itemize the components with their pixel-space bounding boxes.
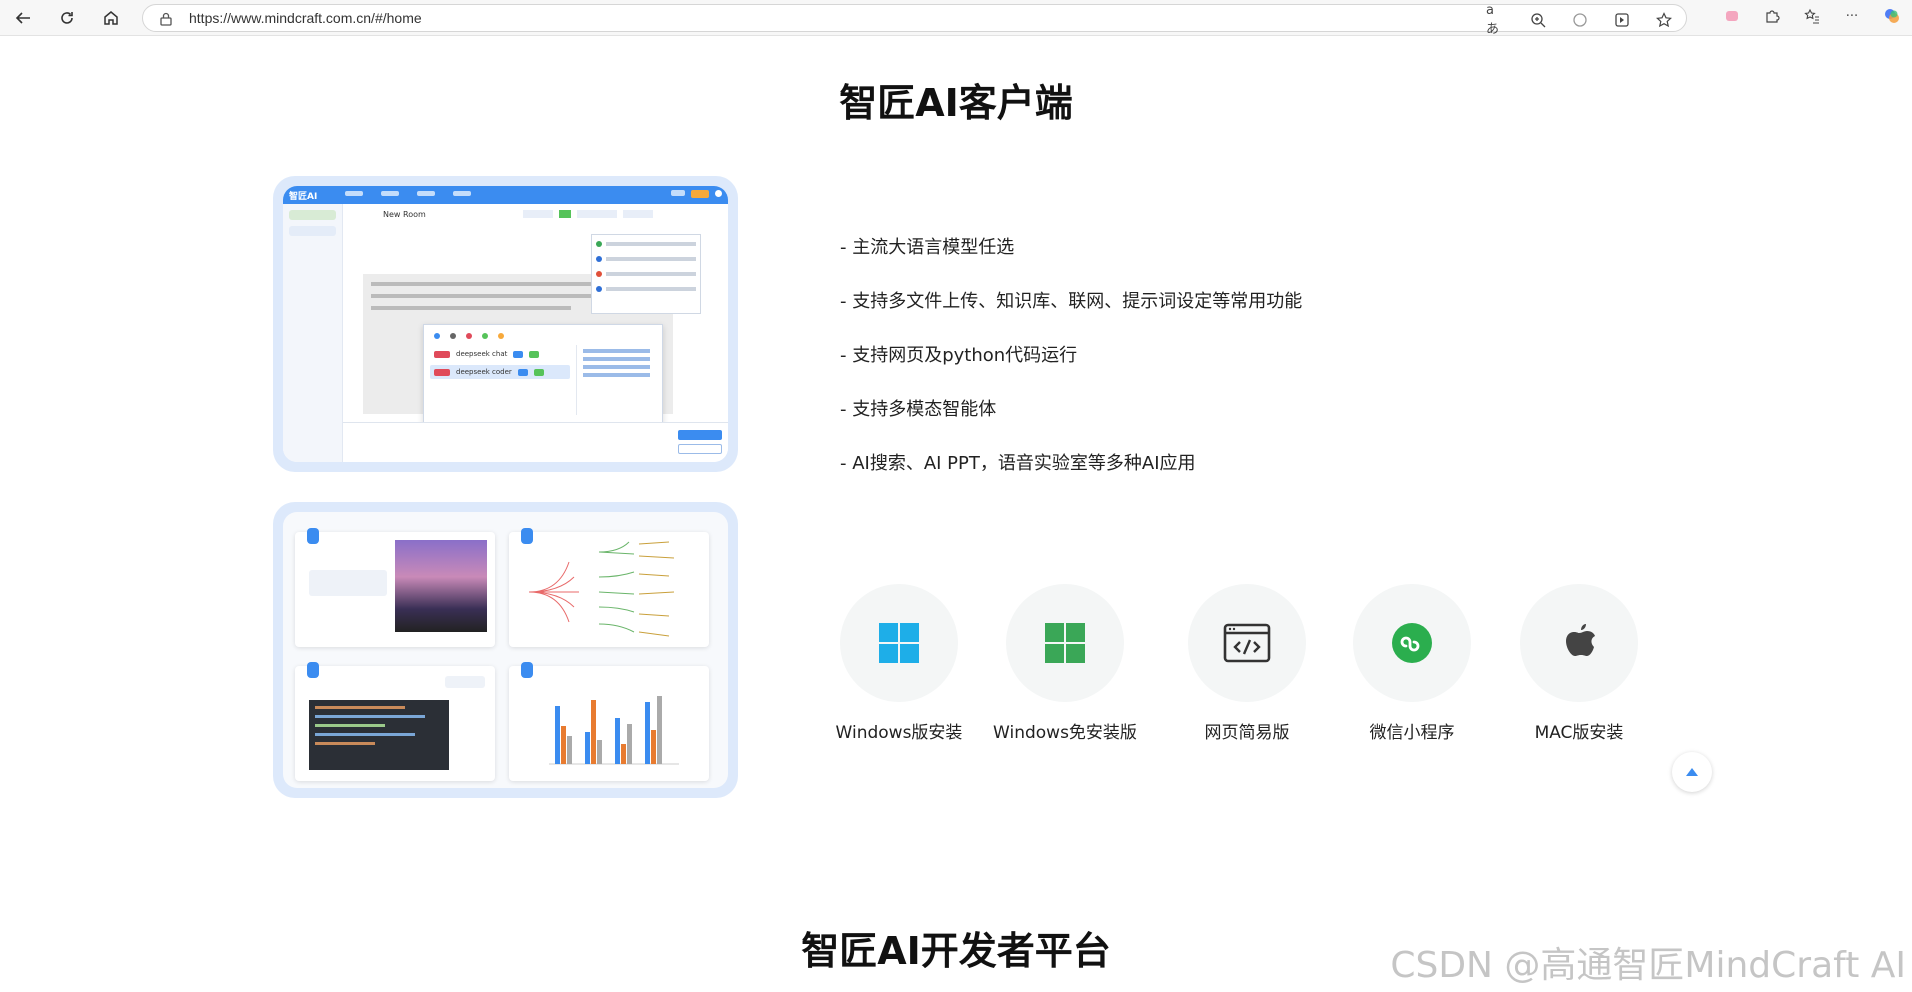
feature-card-mindmap	[509, 528, 709, 647]
reader-icon[interactable]	[1570, 10, 1590, 30]
feature-item: - AI搜索、AI PPT，语音实验室等多种AI应用	[840, 453, 1196, 474]
feature-list: - 主流大语言模型任选 - 支持多文件上传、知识库、联网、提示词设定等常用功能 …	[840, 236, 1302, 506]
windows-icon[interactable]	[1006, 584, 1124, 702]
mockup-input-area	[343, 422, 728, 462]
favorite-star-icon[interactable]	[1654, 10, 1674, 30]
download-windows-installer[interactable]: Windows版安装	[819, 584, 979, 743]
download-web-lite[interactable]: 网页简易版	[1167, 584, 1327, 743]
feature-card-code	[295, 662, 495, 781]
windows-icon[interactable]	[840, 584, 958, 702]
download-label[interactable]: Windows免安装版	[985, 718, 1145, 743]
back-to-top-button[interactable]	[1672, 752, 1712, 792]
download-label[interactable]: Windows版安装	[819, 718, 979, 743]
section-title: 智匠AI客户端	[839, 81, 1073, 125]
zoom-icon[interactable]	[1528, 10, 1548, 30]
code-editor-graphic	[309, 700, 449, 770]
mockup-header: 智匠AI	[283, 186, 728, 204]
arrow-up-icon	[1686, 768, 1698, 776]
feature-item: - 支持网页及python代码运行	[840, 345, 1078, 366]
lock-icon	[159, 11, 173, 31]
client-screenshot-features	[273, 502, 738, 798]
mockup-room-title: New Room	[383, 210, 426, 219]
mockup-logo: 智匠AI	[289, 192, 318, 202]
favorites-list-icon[interactable]	[1802, 6, 1822, 26]
feature-card-image	[295, 528, 495, 647]
download-windows-portable[interactable]: Windows免安装版	[985, 584, 1145, 743]
reload-icon[interactable]	[54, 6, 80, 30]
download-label[interactable]: MAC版安装	[1499, 718, 1659, 743]
download-label[interactable]: 网页简易版	[1167, 718, 1327, 743]
miniprogram-icon[interactable]	[1353, 584, 1471, 702]
translate-icon[interactable]: aあ	[1486, 3, 1506, 37]
mockup-file-list	[591, 234, 701, 314]
download-label[interactable]: 微信小程序	[1332, 718, 1492, 743]
download-mac-installer[interactable]: MAC版安装	[1499, 584, 1659, 743]
mockup-main: New Room deepseek chat deepseek coder	[343, 204, 728, 462]
more-menu-icon[interactable]: ···	[1842, 6, 1862, 26]
client-screenshot-chat: 智匠AI New Room deepseek chat deepseek cod…	[273, 176, 738, 472]
mockup-model-2: deepseek coder	[456, 368, 512, 376]
mockup-sidebar	[283, 204, 343, 462]
code-window-icon[interactable]	[1188, 584, 1306, 702]
back-icon[interactable]	[10, 6, 36, 30]
feature-item: - 支持多模态智能体	[840, 399, 997, 420]
watermark: CSDN @高通智匠MindCraft AI	[1390, 945, 1906, 986]
feature-item: - 主流大语言模型任选	[840, 237, 1015, 258]
download-wechat-miniprogram[interactable]: 微信小程序	[1332, 584, 1492, 743]
bar-chart-graphic	[549, 696, 679, 765]
app-icon[interactable]	[1612, 10, 1632, 30]
card-tag	[307, 662, 319, 678]
address-bar[interactable]: https://www.mindcraft.com.cn/#/home aあ	[142, 3, 1687, 37]
url-text[interactable]: https://www.mindcraft.com.cn/#/home	[189, 10, 422, 26]
feature-item: - 支持多文件上传、知识库、联网、提示词设定等常用功能	[840, 291, 1303, 312]
apple-icon[interactable]	[1520, 584, 1638, 702]
generated-image	[395, 540, 487, 632]
feature-card-chart	[509, 662, 709, 781]
mockup-model-1: deepseek chat	[456, 350, 508, 358]
mockup-model-popup: deepseek chat deepseek coder	[423, 324, 663, 434]
mindmap-graphic	[528, 541, 675, 637]
browser-toolbar: https://www.mindcraft.com.cn/#/home aあ ·…	[0, 0, 1912, 37]
extensions-puzzle-icon[interactable]	[1762, 6, 1782, 26]
home-icon[interactable]	[98, 6, 124, 30]
copilot-icon[interactable]	[1882, 6, 1902, 26]
card-tag	[307, 528, 319, 544]
extension-pink-icon[interactable]	[1722, 6, 1742, 26]
